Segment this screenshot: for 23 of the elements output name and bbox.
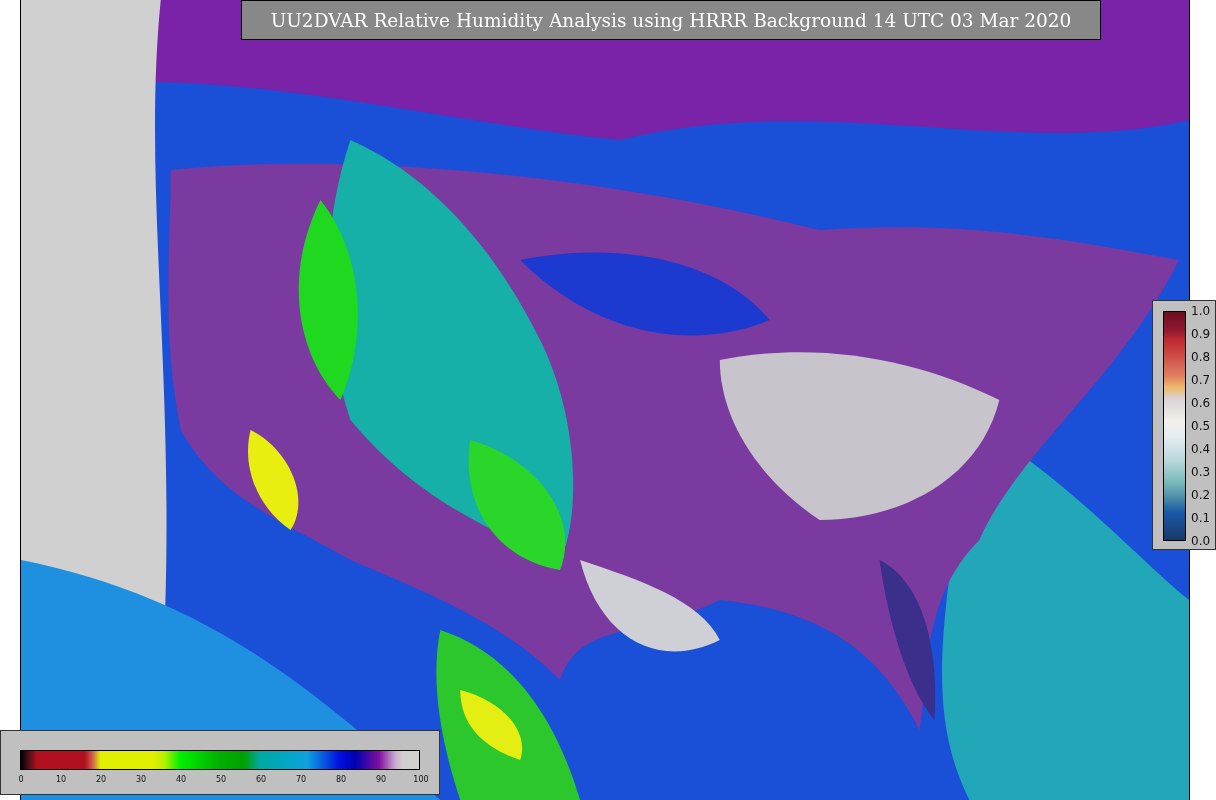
tick-label: 0.7 bbox=[1191, 373, 1211, 387]
tick-label: 60 bbox=[255, 775, 267, 784]
tick-label: 0 bbox=[18, 775, 24, 784]
tick-label: 30 bbox=[135, 775, 147, 784]
chart-title: UU2DVAR Relative Humidity Analysis using HRRR Background 14 UTC 03 Mar 2020 bbox=[241, 0, 1101, 40]
tick-label: 70 bbox=[295, 775, 307, 784]
tick-label: 1.0 bbox=[1191, 304, 1211, 318]
tick-label: 0.6 bbox=[1191, 396, 1211, 410]
tick-label: 40 bbox=[175, 775, 187, 784]
tick-label: 0.3 bbox=[1191, 465, 1211, 479]
tick-label: 0.8 bbox=[1191, 350, 1211, 364]
tick-label: 0.4 bbox=[1191, 442, 1211, 456]
tick-label: 0.5 bbox=[1191, 419, 1211, 433]
tick-label: 0.1 bbox=[1191, 511, 1211, 525]
tick-label: 0.2 bbox=[1191, 488, 1211, 502]
tick-label: 0.0 bbox=[1191, 534, 1211, 548]
tick-label: 20 bbox=[95, 775, 107, 784]
tick-label: 100 bbox=[413, 775, 429, 784]
tick-label: 80 bbox=[335, 775, 347, 784]
tick-label: 50 bbox=[215, 775, 227, 784]
tick-label: 10 bbox=[55, 775, 67, 784]
tick-label: 0.9 bbox=[1191, 327, 1211, 341]
tick-label: 90 bbox=[375, 775, 387, 784]
